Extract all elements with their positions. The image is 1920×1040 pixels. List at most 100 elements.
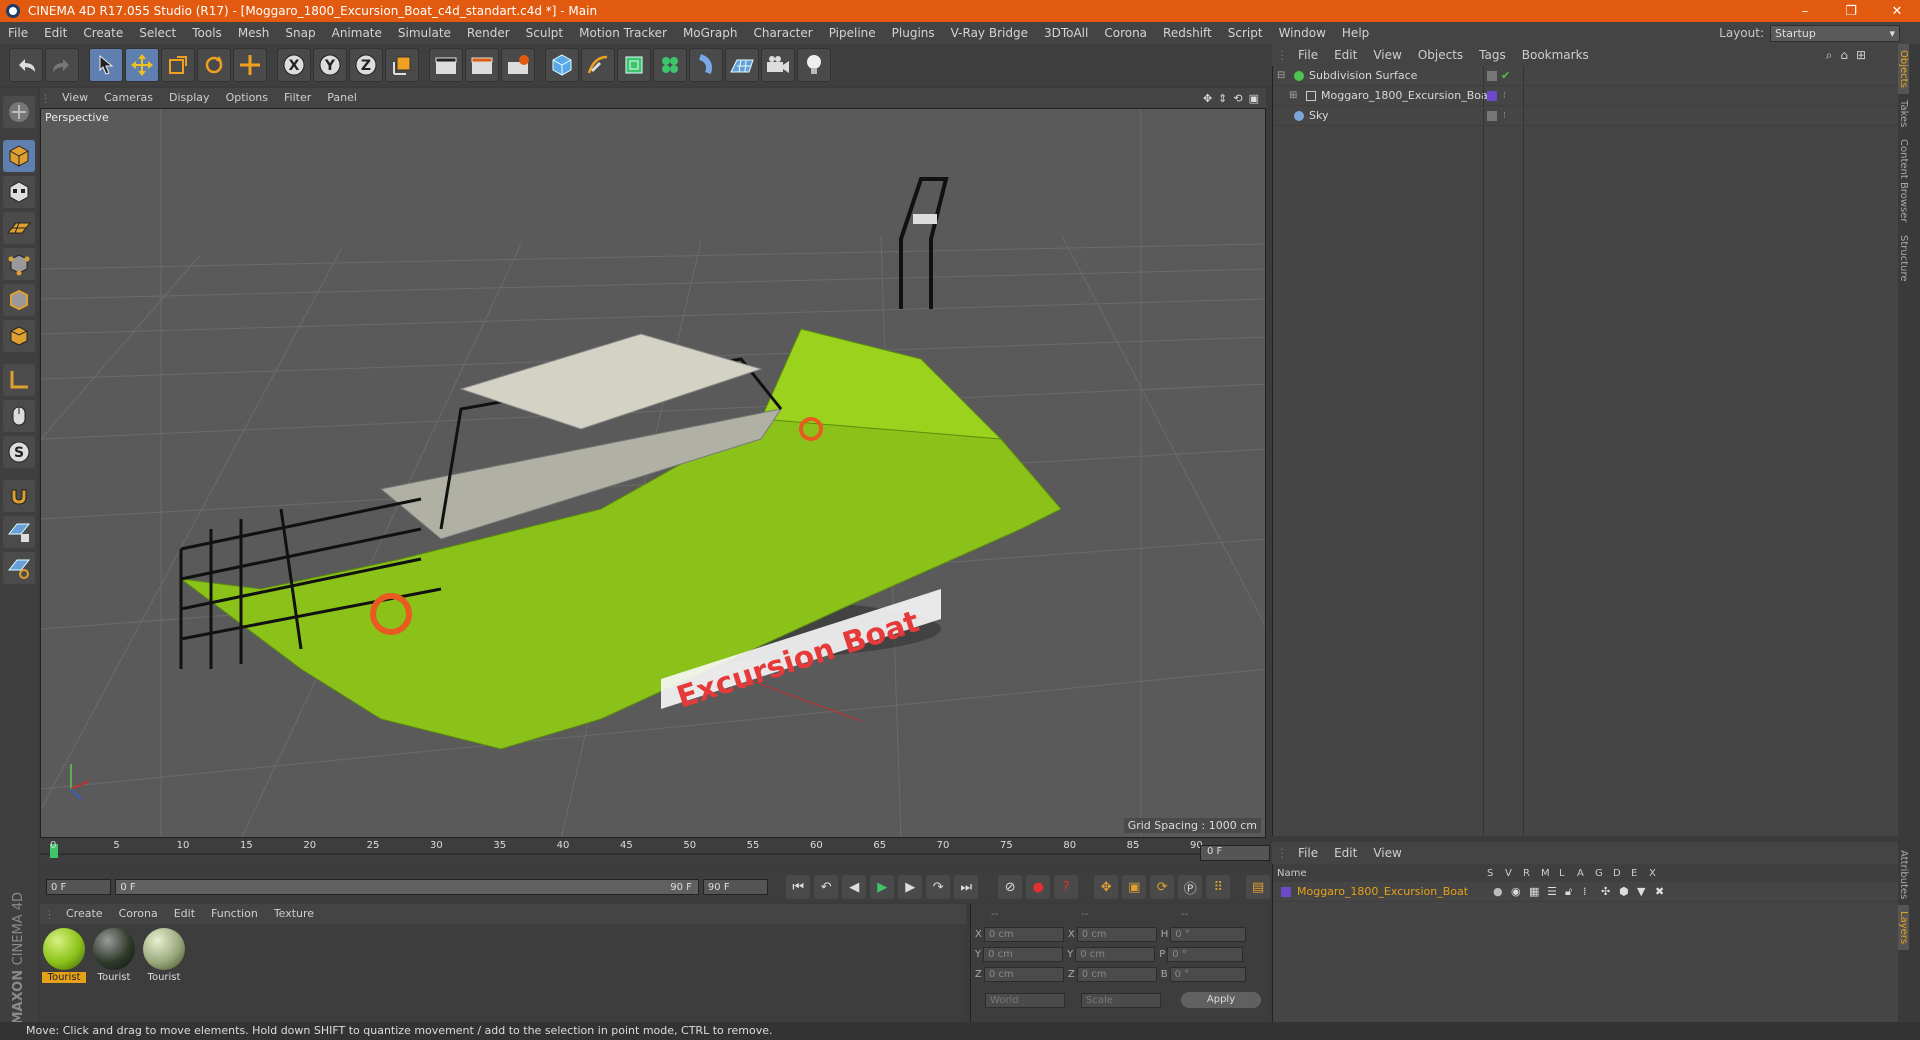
live-selection-button[interactable] <box>89 48 123 82</box>
object-row-subdivision-surface[interactable]: ⊟ Subdivision Surface ✔ <box>1273 66 1900 86</box>
play-forward-button[interactable]: ▶ <box>870 875 895 899</box>
viewport-pan-icon[interactable]: ✥ <box>1203 92 1212 105</box>
add-spline-button[interactable] <box>581 48 615 82</box>
viewport-menu-options[interactable]: Options <box>218 88 276 108</box>
size-mode-select[interactable]: Scale <box>1081 992 1161 1008</box>
snap-button[interactable] <box>3 480 35 512</box>
viewport-maximize-icon[interactable]: ▣ <box>1249 92 1259 105</box>
add-floor-button[interactable] <box>725 48 759 82</box>
home-icon[interactable]: ⌂ <box>1840 48 1848 62</box>
size-z-field[interactable]: 0 cm <box>1076 966 1157 982</box>
edges-mode-button[interactable] <box>3 284 35 316</box>
new-view-icon[interactable]: ⊞ <box>1856 48 1866 62</box>
xrefs-toggle-icon[interactable]: ✖ <box>1655 885 1673 898</box>
axis-mode-button[interactable] <box>3 364 35 396</box>
material-menu-texture[interactable]: Texture <box>266 904 322 924</box>
material-swatch[interactable]: Tourist <box>142 928 186 983</box>
next-frame-button[interactable]: ▶ <box>898 875 923 899</box>
tweak-mode-button[interactable] <box>3 400 35 432</box>
tab-content-browser[interactable]: Content Browser <box>1898 133 1909 228</box>
viewport-menu-filter[interactable]: Filter <box>276 88 319 108</box>
z-axis-lock-button[interactable]: Z <box>349 48 383 82</box>
layer-row[interactable]: Moggaro_1800_Excursion_Boat ● ◉ ▦ ☰ 🔓︎ ⁞… <box>1273 882 1900 902</box>
layer-menu-edit[interactable]: Edit <box>1326 843 1365 863</box>
y-axis-lock-button[interactable]: Y <box>313 48 347 82</box>
rotation-h-field[interactable]: 0 ° <box>1170 926 1247 942</box>
minimize-button[interactable]: – <box>1782 0 1828 22</box>
menu-simulate[interactable]: Simulate <box>390 22 459 44</box>
expressions-toggle-icon[interactable]: ▼ <box>1637 885 1655 898</box>
menu-edit[interactable]: Edit <box>36 22 75 44</box>
sculpt-mode-button[interactable]: S <box>3 436 35 468</box>
expand-toggle-icon[interactable]: ⊞ <box>1289 90 1301 101</box>
tab-layers[interactable]: Layers <box>1898 905 1909 951</box>
solo-toggle-icon[interactable]: ● <box>1493 885 1511 898</box>
key-rotation-button[interactable]: ⟳ <box>1150 875 1175 899</box>
position-x-field[interactable]: 0 cm <box>983 926 1064 942</box>
key-position-button[interactable]: ✥ <box>1094 875 1119 899</box>
maximize-button[interactable]: ❐ <box>1828 0 1874 22</box>
material-swatch[interactable]: Tourist <box>92 928 136 983</box>
preview-range-slider[interactable]: 0 F 90 F <box>115 879 699 895</box>
planar-workplane-button[interactable] <box>3 552 35 584</box>
coord-system-select[interactable]: World <box>985 992 1065 1008</box>
visibility-dots-icon[interactable]: ⁝ <box>1503 111 1506 121</box>
animation-toggle-icon[interactable]: ⁞ <box>1583 885 1601 898</box>
tab-structure[interactable]: Structure <box>1898 229 1909 288</box>
menu-pipeline[interactable]: Pipeline <box>821 22 884 44</box>
menu-snap[interactable]: Snap <box>277 22 323 44</box>
expand-toggle-icon[interactable]: ⊟ <box>1277 70 1289 81</box>
locked-workplane-button[interactable] <box>3 516 35 548</box>
transform-tool-button[interactable] <box>233 48 267 82</box>
close-button[interactable]: ✕ <box>1874 0 1920 22</box>
menu-help[interactable]: Help <box>1334 22 1377 44</box>
menu-vray-bridge[interactable]: V-Ray Bridge <box>943 22 1036 44</box>
object-row-sky[interactable]: Sky ⁝ <box>1273 106 1900 126</box>
key-pla-button[interactable]: ⠿ <box>1206 875 1231 899</box>
previous-frame-button[interactable]: ◀ <box>842 875 867 899</box>
generators-toggle-icon[interactable]: ✣ <box>1601 885 1619 898</box>
viewport-menu-display[interactable]: Display <box>161 88 218 108</box>
search-icon[interactable]: ⌕ <box>1826 48 1833 63</box>
render-to-picture-viewer-button[interactable] <box>465 48 499 82</box>
viewport-menu-panel[interactable]: Panel <box>319 88 365 108</box>
go-to-end-button[interactable]: ⏭ <box>954 875 979 899</box>
menu-sculpt[interactable]: Sculpt <box>518 22 571 44</box>
motion-record-button[interactable]: ⊘ <box>998 875 1023 899</box>
position-y-field[interactable]: 0 cm <box>983 946 1064 962</box>
key-parameter-button[interactable]: Ⓟ <box>1178 875 1203 899</box>
end-frame-field[interactable]: 90 F <box>702 879 769 895</box>
add-camera-button[interactable] <box>761 48 795 82</box>
add-generator-button[interactable] <box>617 48 651 82</box>
tab-attributes[interactable]: Attributes <box>1898 844 1909 905</box>
rotation-b-field[interactable]: 0 ° <box>1169 966 1246 982</box>
material-menu-create[interactable]: Create <box>58 904 111 924</box>
render-toggle-icon[interactable]: ▦ <box>1529 885 1547 898</box>
menu-motion-tracker[interactable]: Motion Tracker <box>571 22 675 44</box>
size-y-field[interactable]: 0 cm <box>1075 946 1156 962</box>
locked-toggle-icon[interactable]: 🔓︎ <box>1565 885 1583 899</box>
object-row-boat[interactable]: ⊞ Moggaro_1800_Excursion_Boat ⁝ <box>1273 86 1900 106</box>
menu-plugins[interactable]: Plugins <box>884 22 943 44</box>
menu-file[interactable]: File <box>0 22 36 44</box>
apply-button[interactable]: Apply <box>1181 992 1261 1008</box>
layer-menu-view[interactable]: View <box>1365 843 1409 863</box>
menu-create[interactable]: Create <box>75 22 131 44</box>
om-menu-edit[interactable]: Edit <box>1326 45 1365 65</box>
current-frame-field[interactable]: 0 F <box>1200 845 1270 861</box>
om-menu-view[interactable]: View <box>1365 45 1409 65</box>
menu-animate[interactable]: Animate <box>324 22 390 44</box>
material-menu-edit[interactable]: Edit <box>166 904 203 924</box>
record-active-button[interactable]: ● <box>1026 875 1051 899</box>
add-deformer-button[interactable] <box>689 48 723 82</box>
viewport-rotate-icon[interactable]: ⟲ <box>1233 92 1242 105</box>
om-menu-tags[interactable]: Tags <box>1471 45 1514 65</box>
move-tool-button[interactable] <box>125 48 159 82</box>
perspective-viewport[interactable]: Excursion Boat Perspective Grid Spacing … <box>40 108 1266 838</box>
scale-tool-button[interactable] <box>161 48 195 82</box>
rotation-p-field[interactable]: 0 ° <box>1167 946 1244 962</box>
deformers-toggle-icon[interactable]: ⬢ <box>1619 885 1637 898</box>
texture-mode-button[interactable] <box>3 176 35 208</box>
timeline-window-button[interactable]: ▤ <box>1246 875 1270 899</box>
menu-tools[interactable]: Tools <box>184 22 230 44</box>
